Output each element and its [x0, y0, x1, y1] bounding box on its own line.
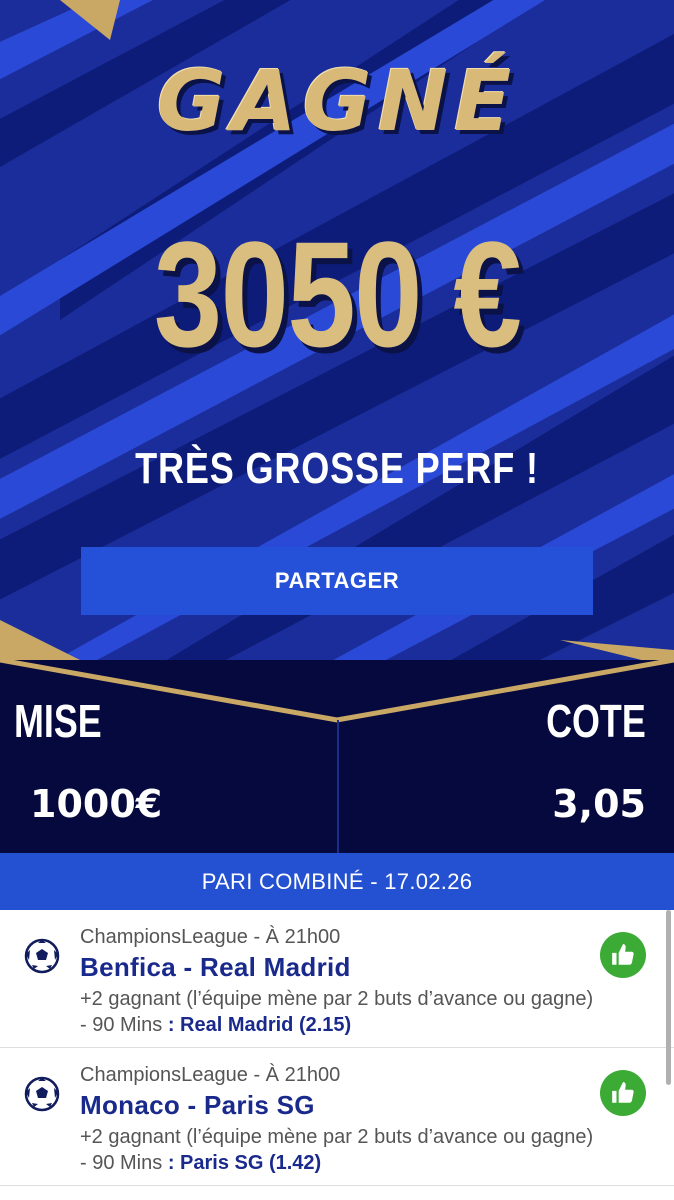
bet-pick: : Real Madrid (2.15) [167, 1014, 352, 1036]
bet-description: +2 gagnant (l’équipe mène par 2 buts d’a… [80, 1126, 594, 1174]
win-banner: GAGNÉ 3050 € TRÈS GROSSE PERF ! PARTAGER [0, 0, 674, 660]
bet-description: +2 gagnant (l’équipe mène par 2 buts d’a… [80, 988, 594, 1036]
stake-value: 1000€ [30, 782, 163, 826]
thumbs-up-icon [600, 1070, 646, 1116]
bet-league: ChampionsLeague - À 21h00 [80, 1064, 341, 1086]
bet-pick: : Paris SG (1.42) [167, 1152, 322, 1174]
combo-bet-header: PARI COMBINÉ - 17.02.26 [0, 853, 674, 910]
bet-match: Monaco - Paris SG [80, 1090, 315, 1120]
soccer-ball-icon [24, 1076, 60, 1112]
bet-league: ChampionsLeague - À 21h00 [80, 926, 341, 948]
summary-divider [337, 720, 339, 853]
win-amount: 3050 € [153, 210, 522, 378]
share-button[interactable]: PARTAGER [81, 547, 593, 615]
win-tagline: TRÈS GROSSE PERF ! [135, 444, 539, 493]
bet-selection[interactable]: ChampionsLeague - À 21h00 Benfica - Real… [0, 910, 674, 1048]
odds-value: 3,05 [552, 782, 646, 826]
soccer-ball-icon [24, 938, 60, 974]
bet-selection[interactable]: ChampionsLeague - À 21h00 Monaco - Paris… [0, 1048, 674, 1186]
odds-label: COTE [546, 695, 646, 747]
thumbs-up-icon [600, 932, 646, 978]
scrollbar[interactable] [666, 910, 671, 1085]
stake-label: MISE [14, 695, 102, 747]
bet-match: Benfica - Real Madrid [80, 952, 351, 982]
bet-summary: MISE 1000€ COTE 3,05 [0, 660, 674, 853]
win-title: GAGNÉ [156, 52, 518, 150]
